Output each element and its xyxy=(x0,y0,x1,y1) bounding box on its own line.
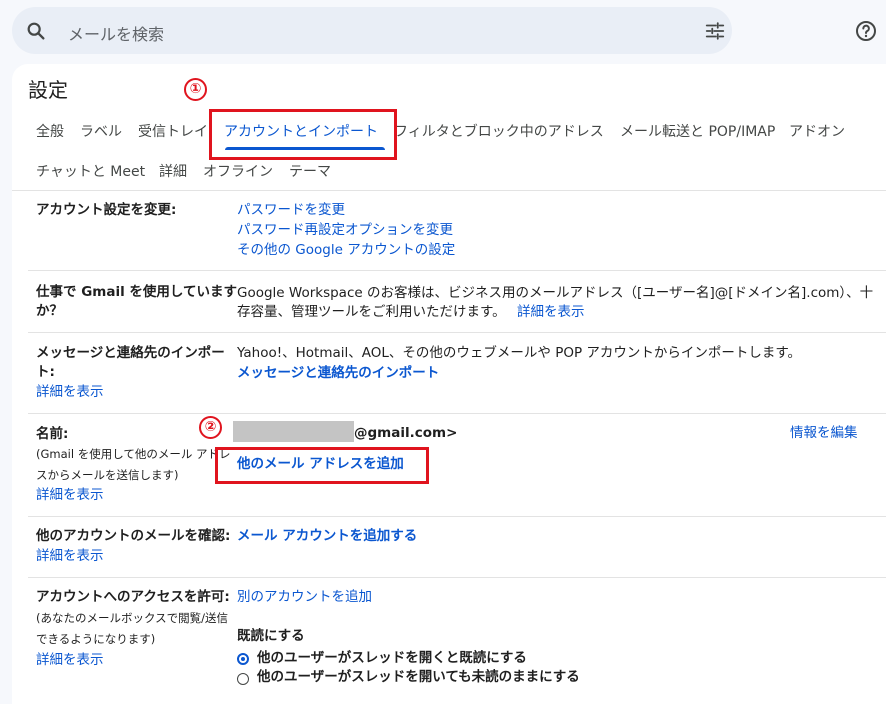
mark-as-read-heading: 既読にする xyxy=(237,628,305,644)
send-as-description-line1: (Gmail を使用して他のメール アドレ xyxy=(36,447,231,461)
section-divider xyxy=(28,270,886,271)
import-label-line2: ト: xyxy=(36,364,55,380)
workspace-learn-more-link[interactable]: 詳細を表示 xyxy=(517,302,585,322)
tabs-divider xyxy=(12,190,886,191)
section-divider xyxy=(28,577,886,578)
search-options-icon[interactable] xyxy=(704,20,726,46)
search-input[interactable]: メールを検索 xyxy=(68,21,164,45)
import-learn-more-link[interactable]: 詳細を表示 xyxy=(36,382,104,402)
import-mail-contacts-link[interactable]: メッセージと連絡先のインポート xyxy=(237,363,439,383)
tab-filters[interactable]: フィルタとブロック中のアドレス xyxy=(394,121,604,141)
email-address-suffix: @gmail.com> xyxy=(354,425,458,441)
redacted-email-name xyxy=(233,421,354,442)
search-icon[interactable] xyxy=(25,20,47,46)
tab-inbox[interactable]: 受信トレイ xyxy=(138,121,208,141)
import-label-line1: メッセージと連絡先のインポー xyxy=(36,345,225,361)
check-mail-learn-more-link[interactable]: 詳細を表示 xyxy=(36,546,104,566)
tab-addons[interactable]: アドオン xyxy=(789,121,845,141)
section-divider xyxy=(28,332,886,333)
send-as-label: 名前: xyxy=(36,426,69,442)
grant-access-label: アカウントへのアクセスを許可: xyxy=(36,589,230,605)
mark-read-radio[interactable] xyxy=(237,653,249,665)
tab-themes[interactable]: テーマ xyxy=(289,161,331,181)
section-divider xyxy=(28,413,886,414)
annotation-highlight-add-email xyxy=(215,447,429,484)
import-description: Yahoo!、Hotmail、AOL、その他のウェブメールや POP アカウント… xyxy=(237,345,802,361)
workspace-label-line1: 仕事で Gmail を使用しています xyxy=(36,284,238,300)
add-another-account-link[interactable]: 別のアカウントを追加 xyxy=(237,587,372,607)
annotation-highlight-tab xyxy=(209,109,397,160)
tab-chat-meet[interactable]: チャットと Meet xyxy=(36,161,145,181)
grant-access-description-line1: (あなたのメールボックスで閲覧/送信 xyxy=(36,611,229,625)
tab-offline[interactable]: オフライン xyxy=(203,161,273,181)
edit-info-link[interactable]: 情報を編集 xyxy=(790,423,858,443)
help-icon[interactable] xyxy=(854,19,878,47)
search-bar[interactable]: メールを検索 xyxy=(12,7,732,54)
change-recovery-options-link[interactable]: パスワード再設定オプションを変更 xyxy=(237,220,453,240)
grant-access-description-line2: できるようになります) xyxy=(36,632,156,646)
page-title: 設定 xyxy=(28,78,68,102)
annotation-marker-2: ② xyxy=(199,416,222,439)
account-settings-label: アカウント設定を変更: xyxy=(36,202,177,218)
send-as-description-line2: スからメールを送信します) xyxy=(36,468,179,482)
keep-unread-option-label: 他のユーザーがスレッドを開いても未読のままにする xyxy=(257,669,580,685)
section-divider xyxy=(28,516,886,517)
tab-forwarding-pop-imap[interactable]: メール転送と POP/IMAP xyxy=(620,121,775,141)
tab-general[interactable]: 全般 xyxy=(36,121,64,141)
change-password-link[interactable]: パスワードを変更 xyxy=(237,200,345,220)
send-as-learn-more-link[interactable]: 詳細を表示 xyxy=(36,485,104,505)
tab-advanced[interactable]: 詳細 xyxy=(159,161,187,181)
add-mail-account-link[interactable]: メール アカウントを追加する xyxy=(237,526,417,546)
annotation-marker-1: ① xyxy=(184,78,207,101)
workspace-description-line1: Google Workspace のお客様は、ビジネス用のメールアドレス（[ユー… xyxy=(237,285,874,301)
mark-read-option-label: 他のユーザーがスレッドを開くと既読にする xyxy=(257,650,527,666)
keep-unread-radio[interactable] xyxy=(237,673,249,685)
workspace-description-line2: 存容量、管理ツールをご利用いただけます。 xyxy=(237,304,506,320)
grant-access-learn-more-link[interactable]: 詳細を表示 xyxy=(36,650,104,670)
other-google-settings-link[interactable]: その他の Google アカウントの設定 xyxy=(237,240,455,260)
settings-panel: 設定 全般 ラベル 受信トレイ アカウントとインポート フィルタとブロック中のア… xyxy=(12,64,886,704)
workspace-label-line2: か？ xyxy=(36,303,63,319)
check-mail-label: 他のアカウントのメールを確認: xyxy=(36,528,231,544)
tab-labels[interactable]: ラベル xyxy=(80,121,122,141)
